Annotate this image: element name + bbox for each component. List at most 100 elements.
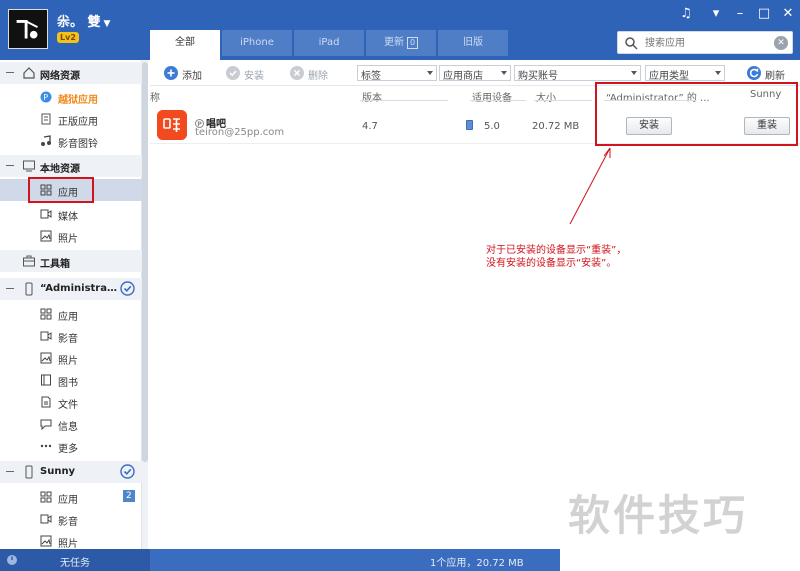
window-controls: ♫ ▾ – □ ✕ [674,4,800,24]
app-device-version: 5.0 [484,121,500,132]
pp-logo-icon: P [40,91,52,103]
photo-icon [40,535,52,547]
delete-button[interactable]: 删除 [290,65,335,82]
sidebar-item-admin-files[interactable]: 文件 [0,391,142,413]
connected-check-icon [120,464,135,479]
clear-search-icon[interactable]: ✕ [774,36,788,50]
collapse-icon[interactable] [6,165,14,166]
search-box: ✕ [617,31,793,54]
photo-icon [40,230,52,242]
sidebar: 网络资源 P 越狱应用 正版应用 影音图铃 本地资源 应用 媒体 照片 工具箱 … [0,60,142,550]
grid-icon [40,491,52,503]
close-icon[interactable]: ✕ [776,4,800,24]
account-filter-dropdown[interactable]: 购买账号 [514,65,641,82]
sidebar-item-sunny-apps[interactable]: 应用 2 [0,486,142,508]
sidebar-item-local-photos[interactable]: 照片 [0,225,142,247]
sidebar-item-local-media[interactable]: 媒体 [0,203,142,225]
update-count-badge: 0 [406,37,419,49]
username[interactable]: 尜。 雙 ▼ [57,11,110,30]
level-badge: Lv2 [57,32,79,43]
tab-all[interactable]: 全部 [150,30,220,60]
menu-icon[interactable]: ▾ [704,4,728,24]
file-icon [41,396,51,408]
annotation-arrow-icon [569,147,611,225]
sidebar-item-admin-messages[interactable]: 信息 [0,413,142,435]
tab-iphone[interactable]: iPhone [222,30,292,56]
sidebar-item-sunny-media[interactable]: 影音 [0,508,142,530]
column-version[interactable]: 版本 [362,89,382,104]
install-button[interactable]: 安装 [226,65,271,82]
highlight-box-local-apps [28,177,94,203]
column-device[interactable]: 适用设备 [472,89,512,104]
category-tabs: 全部 iPhone iPad 更新 0 旧版 [150,30,510,60]
home-icon [23,67,35,79]
sidebar-section-toolbox[interactable]: 工具箱 [0,250,142,272]
tab-old-version[interactable]: 旧版 [438,30,508,56]
changba-logo-icon [157,110,187,140]
music-note-icon [41,135,51,146]
task-status: 无任务 [60,558,90,569]
app-count-badge: 2 [123,490,135,502]
app-size: 20.72 MB [532,121,580,132]
sidebar-item-admin-books[interactable]: 图书 [0,369,142,391]
type-filter-dropdown[interactable]: 应用类型 [645,65,725,82]
annotation-note: 对于已安装的设备显示“重装”， 没有安装的设备显示“安装”。 [486,245,627,269]
video-icon [40,514,52,524]
maximize-icon[interactable]: □ [752,4,776,24]
tab-update[interactable]: 更新 0 [366,30,436,56]
svg-text:P: P [43,93,48,102]
sidebar-item-jailbreak-apps[interactable]: P 越狱应用 [0,86,142,108]
more-dots-icon [40,444,52,448]
sidebar-scrollbar[interactable] [142,60,148,549]
dropdown-arrow-icon [631,71,637,75]
sidebar-section-device-sunny[interactable]: Sunny [0,461,142,483]
add-button[interactable]: 添加 [164,65,209,82]
sidebar-section-device-administrator[interactable]: “Administra… [0,278,142,300]
power-icon [7,555,17,565]
sidebar-item-admin-more[interactable]: 更多 [0,435,142,457]
app-version: 4.7 [362,121,378,132]
check-icon [226,66,240,80]
avatar[interactable] [8,9,48,49]
search-icon [625,37,638,50]
scrollbar-thumb[interactable] [142,62,148,462]
sidebar-item-media-ringtones[interactable]: 影音图铃 [0,130,142,152]
app-developer: teiron@25pp.com [195,127,285,138]
dropdown-arrow-icon [427,71,433,75]
collapse-icon[interactable] [6,72,14,73]
minimize-icon[interactable]: – [728,4,752,24]
collapse-icon[interactable] [6,288,14,289]
tag-filter-dropdown[interactable]: 标签 [357,65,437,82]
collapse-icon[interactable] [6,471,14,472]
status-bar: 无任务 1个应用，20.72 MB [0,549,560,571]
monitor-icon [23,160,35,172]
sidebar-item-admin-apps[interactable]: 应用 [0,303,142,325]
watermark: 软件技巧 [560,470,800,571]
grid-icon [40,308,52,320]
video-icon [40,209,52,219]
sidebar-item-admin-media[interactable]: 影音 [0,325,142,347]
toolbox-icon [23,255,35,267]
book-icon [41,374,51,386]
tab-ipad[interactable]: iPad [294,30,364,56]
column-size[interactable]: 大小 [536,89,556,104]
column-name[interactable]: 称 [150,89,160,104]
store-filter-dropdown[interactable]: 应用商店 [439,65,511,82]
refresh-icon [747,66,761,80]
top-header: 尜。 雙 ▼ Lv2 ♫ ▾ – □ ✕ 全部 iPhone iPad 更新 0 旧… [0,0,800,60]
sidebar-section-local[interactable]: 本地资源 [0,155,142,177]
phone-icon [25,465,33,479]
sidebar-item-admin-photos[interactable]: 照片 [0,347,142,369]
sidebar-section-network[interactable]: 网络资源 [0,62,142,84]
music-icon[interactable]: ♫ [674,4,698,24]
sidebar-item-official-apps[interactable]: 正版应用 [0,108,142,130]
video-icon [40,331,52,341]
doc-icon [41,113,51,125]
dropdown-arrow-icon [501,71,507,75]
highlight-box-device-columns [595,82,798,146]
plus-icon [164,66,178,80]
refresh-button[interactable]: 刷新 [747,65,792,82]
app-summary: 1个应用，20.72 MB [430,558,524,569]
delete-icon [290,66,304,80]
search-input[interactable] [645,35,765,51]
